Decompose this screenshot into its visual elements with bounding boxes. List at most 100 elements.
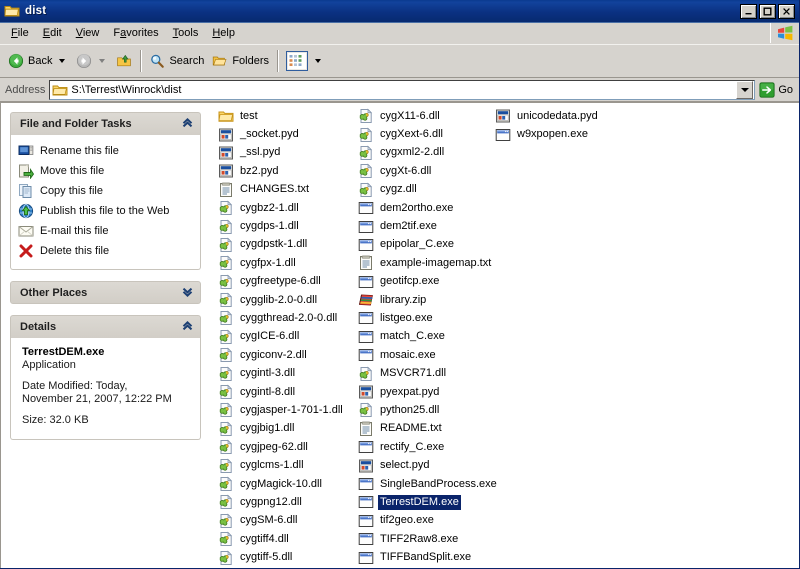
pyd-icon [495,108,511,124]
task-publish-this-file-to-the-web[interactable]: Publish this file to the Web [18,201,193,221]
file-name: README.txt [380,422,442,435]
file-item[interactable]: epipolar_C.exe [358,236,499,254]
file-item[interactable]: w9xpopen.exe [495,125,600,143]
file-item[interactable]: tif2geo.exe [358,512,499,530]
file-item[interactable]: cygjasper-1-701-1.dll [218,401,345,419]
file-item[interactable]: cygXext-6.dll [358,125,499,143]
address-dropdown-button[interactable] [736,80,754,99]
file-item[interactable]: cygtiff4.dll [218,530,345,548]
exe-icon [358,237,374,253]
file-item[interactable]: cygjbig1.dll [218,420,345,438]
views-button[interactable] [282,49,328,73]
address-input[interactable]: S:\Terrest\Winrock\dist [49,79,756,100]
file-item[interactable]: cygxml2-2.dll [358,144,499,162]
file-item[interactable]: cyglcms-1.dll [218,456,345,474]
file-item[interactable]: cygiconv-2.dll [218,346,345,364]
up-button[interactable] [112,51,136,71]
task-copy-this-file[interactable]: Copy this file [18,181,193,201]
maximize-button[interactable] [759,3,776,19]
address-label: Address [5,83,46,96]
file-item[interactable]: dem2ortho.exe [358,199,499,217]
file-item[interactable]: test [218,107,345,125]
file-item[interactable]: select.pyd [358,456,499,474]
back-dropdown-icon[interactable] [59,59,66,63]
file-item[interactable]: python25.dll [358,401,499,419]
file-item[interactable]: SingleBandProcess.exe [358,475,499,493]
file-item[interactable]: cygXt-6.dll [358,162,499,180]
file-item[interactable]: TIFF2Raw8.exe [358,530,499,548]
menu-file[interactable]: File [4,24,36,42]
file-item[interactable]: cygfreetype-6.dll [218,273,345,291]
minimize-button[interactable] [740,3,757,19]
file-item[interactable]: mosaic.exe [358,346,499,364]
go-button[interactable]: Go [755,81,799,98]
panel-file-and-folder-tasks: File and Folder Tasks Rename this file M… [10,112,201,270]
file-item[interactable]: geotifcp.exe [358,273,499,291]
file-item[interactable]: _ssl.pyd [218,144,345,162]
dll-icon [218,439,234,455]
search-button[interactable]: Search [145,51,208,71]
file-item[interactable]: pyexpat.pyd [358,383,499,401]
file-item[interactable]: rectify_C.exe [358,438,499,456]
file-item[interactable]: cygintl-8.dll [218,383,345,401]
file-item[interactable]: listgeo.exe [358,309,499,327]
panel-header-details[interactable]: Details [10,315,201,338]
file-item[interactable]: cygwin1.dll [218,567,345,568]
menu-view[interactable]: View [69,24,107,42]
pyd-icon [218,163,234,179]
file-item[interactable]: cygz.dll [358,181,499,199]
chevron-up-icon[interactable] [181,319,194,335]
menu-edit[interactable]: Edit [36,24,69,42]
menu-help[interactable]: Help [205,24,242,42]
file-item[interactable]: cygtiff-5.dll [218,548,345,566]
file-item[interactable]: cygdps-1.dll [218,217,345,235]
folders-button[interactable]: Folders [208,51,273,71]
file-item[interactable]: unicodedata.pyd [495,107,600,125]
file-item[interactable]: library.zip [358,291,499,309]
dll-icon [218,347,234,363]
file-item[interactable]: cygMagick-10.dll [218,475,345,493]
file-item[interactable]: tiffinfo.exe [358,567,499,568]
file-item[interactable]: cygICE-6.dll [218,328,345,346]
task-email-this-file[interactable]: E-mail this file [18,221,193,241]
panel-header-other-places[interactable]: Other Places [10,281,201,304]
file-item[interactable]: cygdpstk-1.dll [218,236,345,254]
file-item[interactable]: cygfpx-1.dll [218,254,345,272]
panel-title: Other Places [20,286,88,299]
file-item[interactable]: cygglib-2.0-0.dll [218,291,345,309]
file-item[interactable]: CHANGES.txt [218,181,345,199]
file-item[interactable]: TerrestDEM.exe [358,493,499,511]
menu-favorites[interactable]: Favorites [106,24,165,42]
back-button[interactable]: Back [4,51,72,71]
file-list[interactable]: test _socket.pyd _ssl.pyd bz2.pyd CHANGES.tx… [209,103,799,568]
chevron-up-icon[interactable] [181,116,194,132]
task-delete-this-file[interactable]: Delete this file [18,241,193,261]
dll-icon [218,329,234,345]
file-name: cygjbig1.dll [240,422,295,435]
dll-icon [218,255,234,271]
file-item[interactable]: cygSM-6.dll [218,512,345,530]
file-item[interactable]: example-imagemap.txt [358,254,499,272]
file-item[interactable]: cygjpeg-62.dll [218,438,345,456]
file-item[interactable]: README.txt [358,420,499,438]
close-button[interactable] [778,3,795,19]
panel-header-file-and-folder-tasks[interactable]: File and Folder Tasks [10,112,201,135]
task-rename-this-file[interactable]: Rename this file [18,141,193,161]
task-move-this-file[interactable]: Move this file [18,161,193,181]
file-item[interactable]: cygbz2-1.dll [218,199,345,217]
menu-tools[interactable]: Tools [166,24,206,42]
file-item[interactable]: match_C.exe [358,328,499,346]
file-item[interactable]: TIFFBandSplit.exe [358,548,499,566]
dll-icon [218,274,234,290]
file-item[interactable]: cygX11-6.dll [358,107,499,125]
file-item[interactable]: _socket.pyd [218,125,345,143]
file-item[interactable]: cyggthread-2.0-0.dll [218,309,345,327]
file-item[interactable]: bz2.pyd [218,162,345,180]
file-name: cygX11-6.dll [380,109,440,122]
file-item[interactable]: cygpng12.dll [218,493,345,511]
file-item[interactable]: MSVCR71.dll [358,364,499,382]
views-dropdown-icon[interactable] [315,59,322,63]
file-item[interactable]: dem2tif.exe [358,217,499,235]
file-item[interactable]: cygintl-3.dll [218,364,345,382]
chevron-down-icon[interactable] [181,285,194,301]
